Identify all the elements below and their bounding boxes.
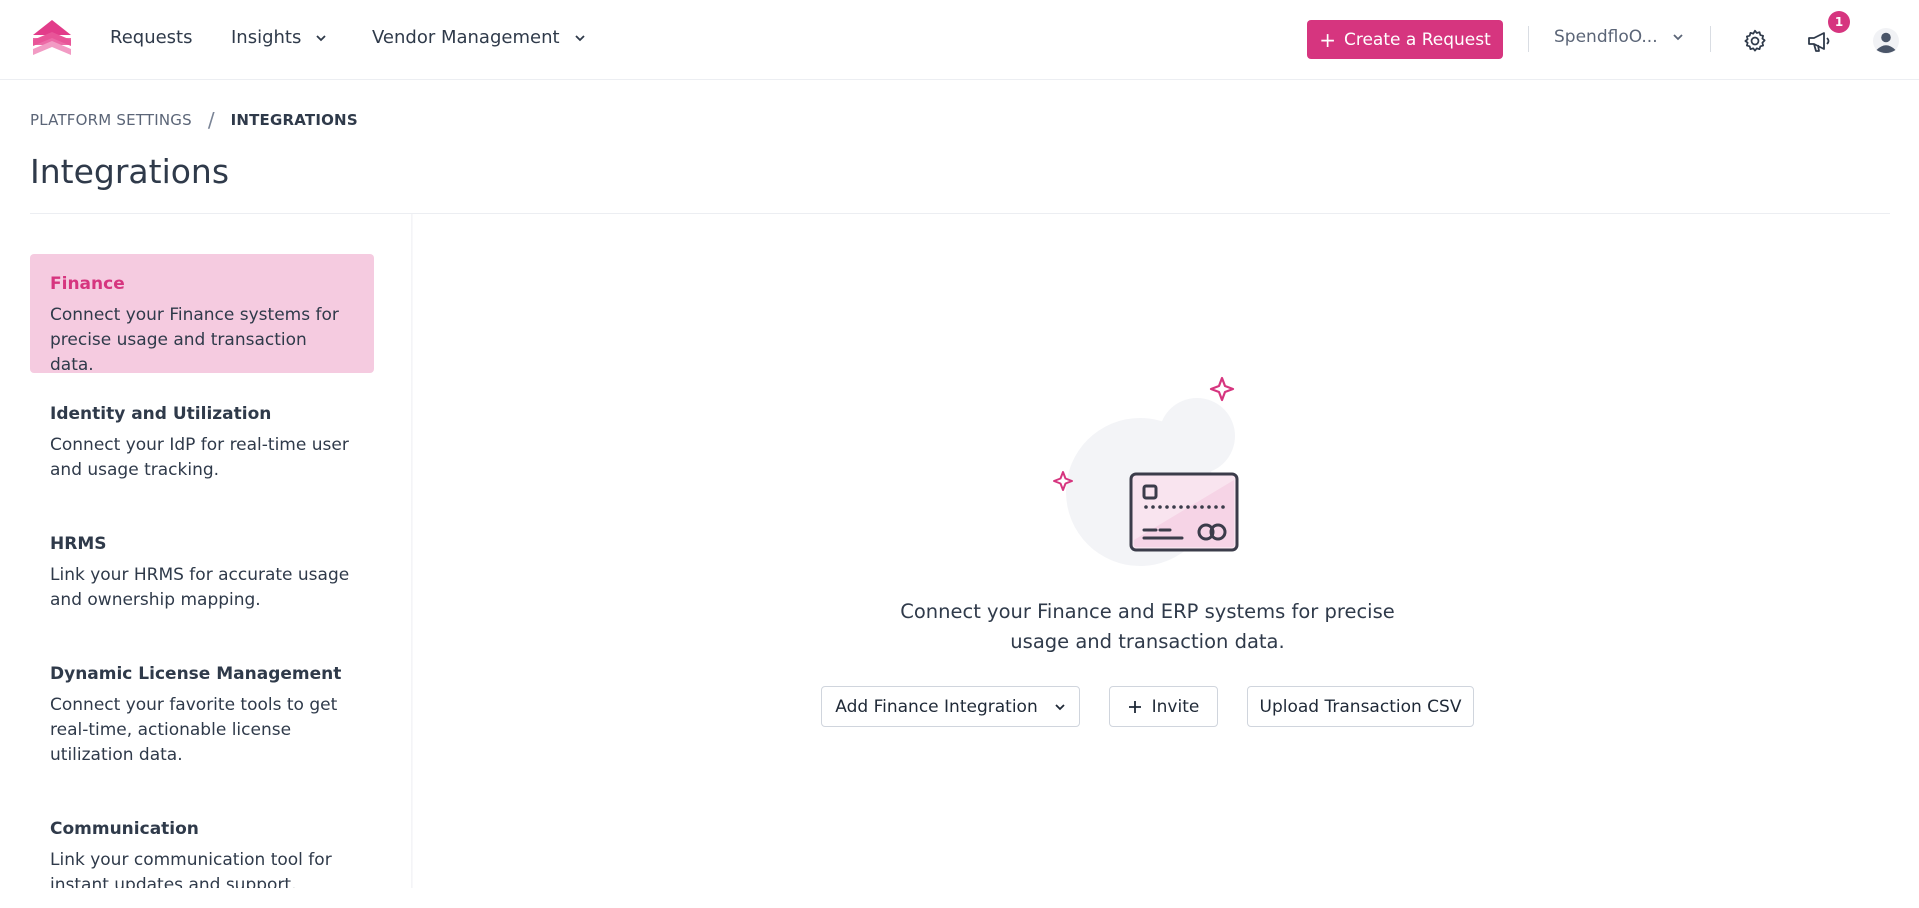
top-navigation-bar: Requests Insights Vendor Management + Cr…	[0, 0, 1919, 80]
megaphone-icon[interactable]	[1806, 28, 1834, 54]
logo-icon[interactable]	[31, 18, 73, 60]
category-description: Link your HRMS for accurate usage and ow…	[50, 565, 350, 610]
divider	[1710, 26, 1711, 52]
nav-vendor-management[interactable]: Vendor Management	[372, 27, 586, 48]
nav-requests-label: Requests	[110, 27, 193, 48]
integration-category-list: Finance Connect your Finance systems for…	[30, 214, 413, 888]
add-finance-integration-label: Add Finance Integration	[835, 696, 1038, 717]
category-title: Dynamic License Management	[50, 664, 342, 684]
create-request-button[interactable]: + Create a Request	[1307, 20, 1503, 59]
breadcrumb-separator: /	[207, 108, 215, 132]
category-finance[interactable]: Finance Connect your Finance systems for…	[30, 254, 374, 375]
upload-transaction-csv-label: Upload Transaction CSV	[1259, 696, 1462, 717]
category-description: Link your communication tool for instant…	[50, 850, 332, 888]
category-description: Connect your IdP for real-time user and …	[50, 435, 349, 480]
nav-requests[interactable]: Requests	[110, 27, 193, 48]
nav-insights-label: Insights	[231, 27, 302, 48]
category-hrms[interactable]: HRMS Link your HRMS for accurate usage a…	[30, 514, 374, 633]
invite-label: Invite	[1151, 696, 1200, 717]
page-title: Integrations	[30, 152, 230, 191]
notification-badge: 1	[1828, 11, 1850, 33]
category-title: Communication	[50, 819, 199, 839]
category-dynamic-license-management[interactable]: Dynamic License Management Connect your …	[30, 644, 374, 788]
category-communication[interactable]: Communication Link your communication to…	[30, 799, 374, 888]
add-finance-integration-dropdown[interactable]: Add Finance Integration	[821, 686, 1080, 727]
category-title: Identity and Utilization	[50, 404, 272, 424]
breadcrumb: PLATFORM SETTINGS / INTEGRATIONS	[30, 108, 358, 132]
divider	[1528, 26, 1529, 52]
plus-icon	[1128, 700, 1141, 713]
illustration-background-circle-small	[1159, 398, 1235, 474]
category-description: Connect your Finance systems for precise…	[50, 305, 339, 375]
create-request-label: Create a Request	[1343, 29, 1491, 50]
sidebar-divider	[411, 214, 413, 888]
organization-name: SpendfloO...	[1554, 27, 1658, 47]
chevron-down-icon	[574, 34, 585, 41]
category-title: Finance	[50, 274, 125, 294]
nav-insights[interactable]: Insights	[231, 27, 327, 48]
upload-transaction-csv-button[interactable]: Upload Transaction CSV	[1247, 686, 1474, 727]
breadcrumb-platform-settings[interactable]: PLATFORM SETTINGS	[30, 111, 192, 129]
user-avatar-icon[interactable]	[1872, 27, 1900, 55]
invite-button[interactable]: Invite	[1109, 686, 1218, 727]
chevron-down-icon	[316, 34, 327, 41]
credit-card-icon	[1129, 472, 1239, 552]
sparkle-icon	[1209, 376, 1235, 402]
credit-card-illustration	[1053, 376, 1239, 566]
breadcrumb-current: INTEGRATIONS	[230, 111, 358, 129]
chevron-down-icon	[1672, 34, 1683, 41]
nav-vendor-management-label: Vendor Management	[372, 27, 560, 48]
organization-selector[interactable]: SpendfloO...	[1554, 27, 1684, 47]
category-title: HRMS	[50, 534, 107, 554]
empty-state-message: Connect your Finance and ERP systems for…	[900, 600, 1395, 653]
plus-icon: +	[1319, 27, 1336, 52]
category-identity-and-utilization[interactable]: Identity and Utilization Connect your Id…	[30, 384, 374, 503]
chevron-down-icon	[1055, 703, 1065, 710]
gear-icon[interactable]	[1742, 28, 1768, 54]
category-description: Connect your favorite tools to get real-…	[50, 695, 338, 765]
